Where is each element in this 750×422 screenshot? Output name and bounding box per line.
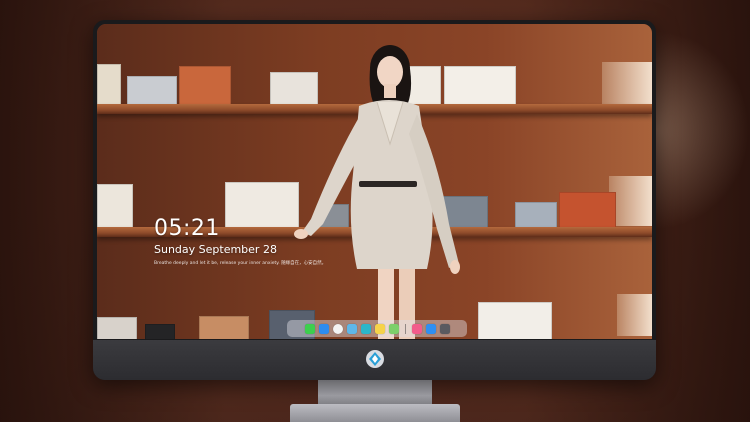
preview-icon[interactable] [346, 323, 357, 334]
dock-separator [404, 323, 406, 334]
notes-icon[interactable] [374, 323, 385, 334]
monitor: 05:21 Sunday September 28 Breathe deeply… [93, 20, 656, 380]
brand-logo-icon [366, 350, 384, 368]
lock-time: 05:21 [154, 216, 220, 241]
desktop-backdrop: 05:21 Sunday September 28 Breathe deeply… [0, 0, 750, 422]
wallpaper-figure [294, 45, 460, 339]
lock-date: Sunday September 28 [154, 243, 277, 256]
monitor-stand-base [290, 404, 460, 422]
photos-icon[interactable] [388, 323, 399, 334]
messages-icon[interactable] [304, 323, 315, 334]
dock [287, 320, 467, 337]
music-icon[interactable] [411, 323, 422, 334]
lock-screen[interactable]: 05:21 Sunday September 28 Breathe deeply… [97, 24, 652, 339]
lock-quote: Breathe deeply and let it be, release yo… [154, 261, 327, 266]
monitor-chin [93, 340, 656, 380]
camera-icon[interactable] [439, 323, 450, 334]
clock-icon[interactable] [332, 323, 343, 334]
app-store-icon[interactable] [425, 323, 436, 334]
monitor-stand-neck [318, 380, 432, 406]
clapper-icon[interactable] [360, 323, 371, 334]
finder-icon[interactable] [318, 323, 329, 334]
